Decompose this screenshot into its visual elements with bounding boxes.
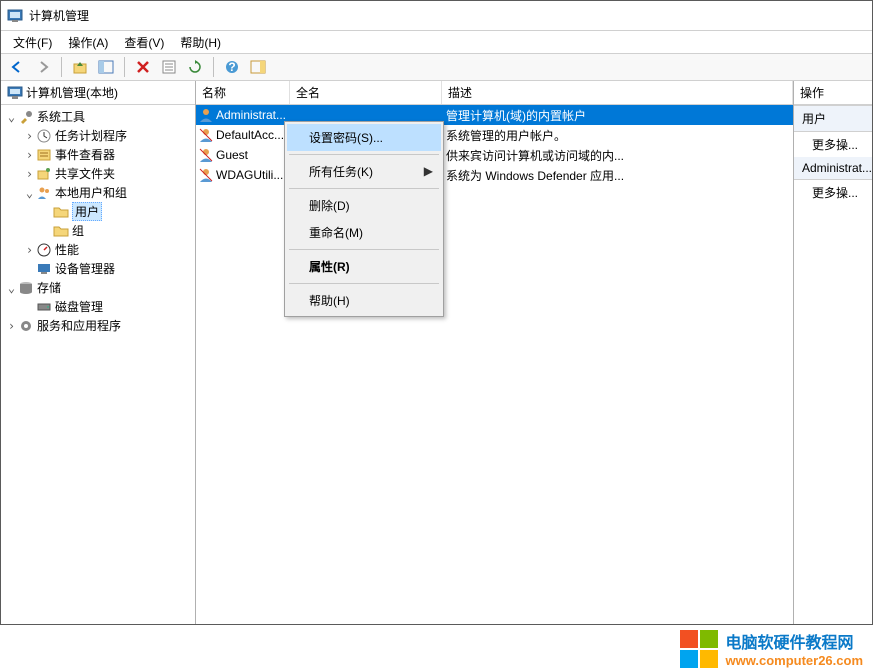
tree-header: 计算机管理(本地) bbox=[1, 81, 195, 105]
show-hide-tree-button[interactable] bbox=[94, 56, 118, 78]
ctx-set-password[interactable]: 设置密码(S)... bbox=[287, 124, 441, 151]
folder-icon bbox=[53, 204, 69, 220]
clock-icon bbox=[36, 128, 52, 144]
ctx-separator bbox=[289, 283, 439, 284]
tree-header-label: 计算机管理(本地) bbox=[26, 84, 118, 101]
menu-file[interactable]: 文件(F) bbox=[5, 32, 60, 53]
action-pane: 操作 用户 更多操... Administrat... 更多操... bbox=[794, 81, 872, 624]
submenu-arrow-icon: ▶ bbox=[424, 164, 433, 178]
back-button[interactable] bbox=[5, 56, 29, 78]
disk-icon bbox=[36, 299, 52, 315]
watermark-text: 电脑软硬件教程网 www.computer26.com bbox=[726, 629, 864, 668]
users-icon bbox=[36, 185, 52, 201]
services-icon bbox=[18, 318, 34, 334]
svg-text:?: ? bbox=[228, 60, 235, 74]
context-menu: 设置密码(S)... 所有任务(K)▶ 删除(D) 重命名(M) 属性(R) 帮… bbox=[284, 121, 444, 317]
app-icon bbox=[7, 8, 23, 24]
ctx-separator bbox=[289, 249, 439, 250]
user-icon bbox=[198, 127, 214, 143]
tree-item-groups[interactable]: 组 bbox=[1, 221, 195, 240]
action-section-administrator: Administrat... bbox=[794, 157, 872, 180]
tree-pane: 计算机管理(本地) ⌄系统工具 ›任务计划程序 ›事件查看器 ›共享文件夹 ⌄本… bbox=[1, 81, 196, 624]
titlebar: 计算机管理 bbox=[1, 1, 872, 31]
windows-logo-icon bbox=[680, 630, 718, 668]
tree-item-shared-folders[interactable]: ›共享文件夹 bbox=[1, 164, 195, 183]
delete-button[interactable] bbox=[131, 56, 155, 78]
share-icon bbox=[36, 166, 52, 182]
watermark: 电脑软硬件教程网 www.computer26.com bbox=[0, 625, 873, 672]
tree-item-local-users-groups[interactable]: ⌄本地用户和组 bbox=[1, 183, 195, 202]
menubar: 文件(F) 操作(A) 查看(V) 帮助(H) bbox=[1, 31, 872, 53]
action-section-users: 用户 bbox=[794, 106, 872, 132]
ctx-separator bbox=[289, 188, 439, 189]
tree-item-performance[interactable]: ›性能 bbox=[1, 240, 195, 259]
action-header: 操作 bbox=[794, 81, 872, 105]
menu-view[interactable]: 查看(V) bbox=[116, 32, 172, 53]
toolbar-separator bbox=[124, 57, 125, 77]
properties-button[interactable] bbox=[157, 56, 181, 78]
ctx-separator bbox=[289, 154, 439, 155]
event-icon bbox=[36, 147, 52, 163]
column-fullname[interactable]: 全名 bbox=[290, 81, 442, 104]
tree-item-device-manager[interactable]: 设备管理器 bbox=[1, 259, 195, 278]
storage-icon bbox=[18, 280, 34, 296]
ctx-properties[interactable]: 属性(R) bbox=[287, 253, 441, 280]
up-button[interactable] bbox=[68, 56, 92, 78]
performance-icon bbox=[36, 242, 52, 258]
tree-item-task-scheduler[interactable]: ›任务计划程序 bbox=[1, 126, 195, 145]
action-body: 用户 更多操... Administrat... 更多操... bbox=[794, 105, 872, 624]
toolbar-separator bbox=[213, 57, 214, 77]
action-more-2[interactable]: 更多操... bbox=[794, 180, 872, 205]
computer-management-window: 计算机管理 文件(F) 操作(A) 查看(V) 帮助(H) ? 计算机管理(本地… bbox=[0, 0, 873, 625]
forward-button[interactable] bbox=[31, 56, 55, 78]
column-name[interactable]: 名称 bbox=[196, 81, 290, 104]
menu-help[interactable]: 帮助(H) bbox=[172, 32, 229, 53]
user-icon bbox=[198, 167, 214, 183]
toolbar-separator bbox=[61, 57, 62, 77]
ctx-delete[interactable]: 删除(D) bbox=[287, 192, 441, 219]
user-icon bbox=[198, 107, 214, 123]
action-more-1[interactable]: 更多操... bbox=[794, 132, 872, 157]
ctx-rename[interactable]: 重命名(M) bbox=[287, 219, 441, 246]
refresh-button[interactable] bbox=[183, 56, 207, 78]
user-icon bbox=[198, 147, 214, 163]
toolbar: ? bbox=[1, 53, 872, 81]
tree-item-services-apps[interactable]: ›服务和应用程序 bbox=[1, 316, 195, 335]
tree-item-event-viewer[interactable]: ›事件查看器 bbox=[1, 145, 195, 164]
device-icon bbox=[36, 261, 52, 277]
window-title: 计算机管理 bbox=[29, 7, 866, 24]
tree-item-storage[interactable]: ⌄存储 bbox=[1, 278, 195, 297]
tree-item-disk-mgmt[interactable]: 磁盘管理 bbox=[1, 297, 195, 316]
watermark-line1: 电脑软硬件教程网 bbox=[726, 629, 864, 653]
action-pane-button[interactable] bbox=[246, 56, 270, 78]
menu-action[interactable]: 操作(A) bbox=[60, 32, 116, 53]
tree-item-users[interactable]: 用户 bbox=[1, 202, 195, 221]
column-description[interactable]: 描述 bbox=[442, 81, 793, 104]
computer-icon bbox=[7, 85, 23, 101]
tree-item-system-tools[interactable]: ⌄系统工具 bbox=[1, 107, 195, 126]
watermark-line2: www.computer26.com bbox=[726, 653, 864, 668]
list-header: 名称 全名 描述 bbox=[196, 81, 793, 105]
folder-icon bbox=[53, 223, 69, 239]
ctx-help[interactable]: 帮助(H) bbox=[287, 287, 441, 314]
help-button[interactable]: ? bbox=[220, 56, 244, 78]
tools-icon bbox=[18, 109, 34, 125]
tree-view[interactable]: ⌄系统工具 ›任务计划程序 ›事件查看器 ›共享文件夹 ⌄本地用户和组 用户 组… bbox=[1, 105, 195, 337]
ctx-all-tasks[interactable]: 所有任务(K)▶ bbox=[287, 158, 441, 185]
